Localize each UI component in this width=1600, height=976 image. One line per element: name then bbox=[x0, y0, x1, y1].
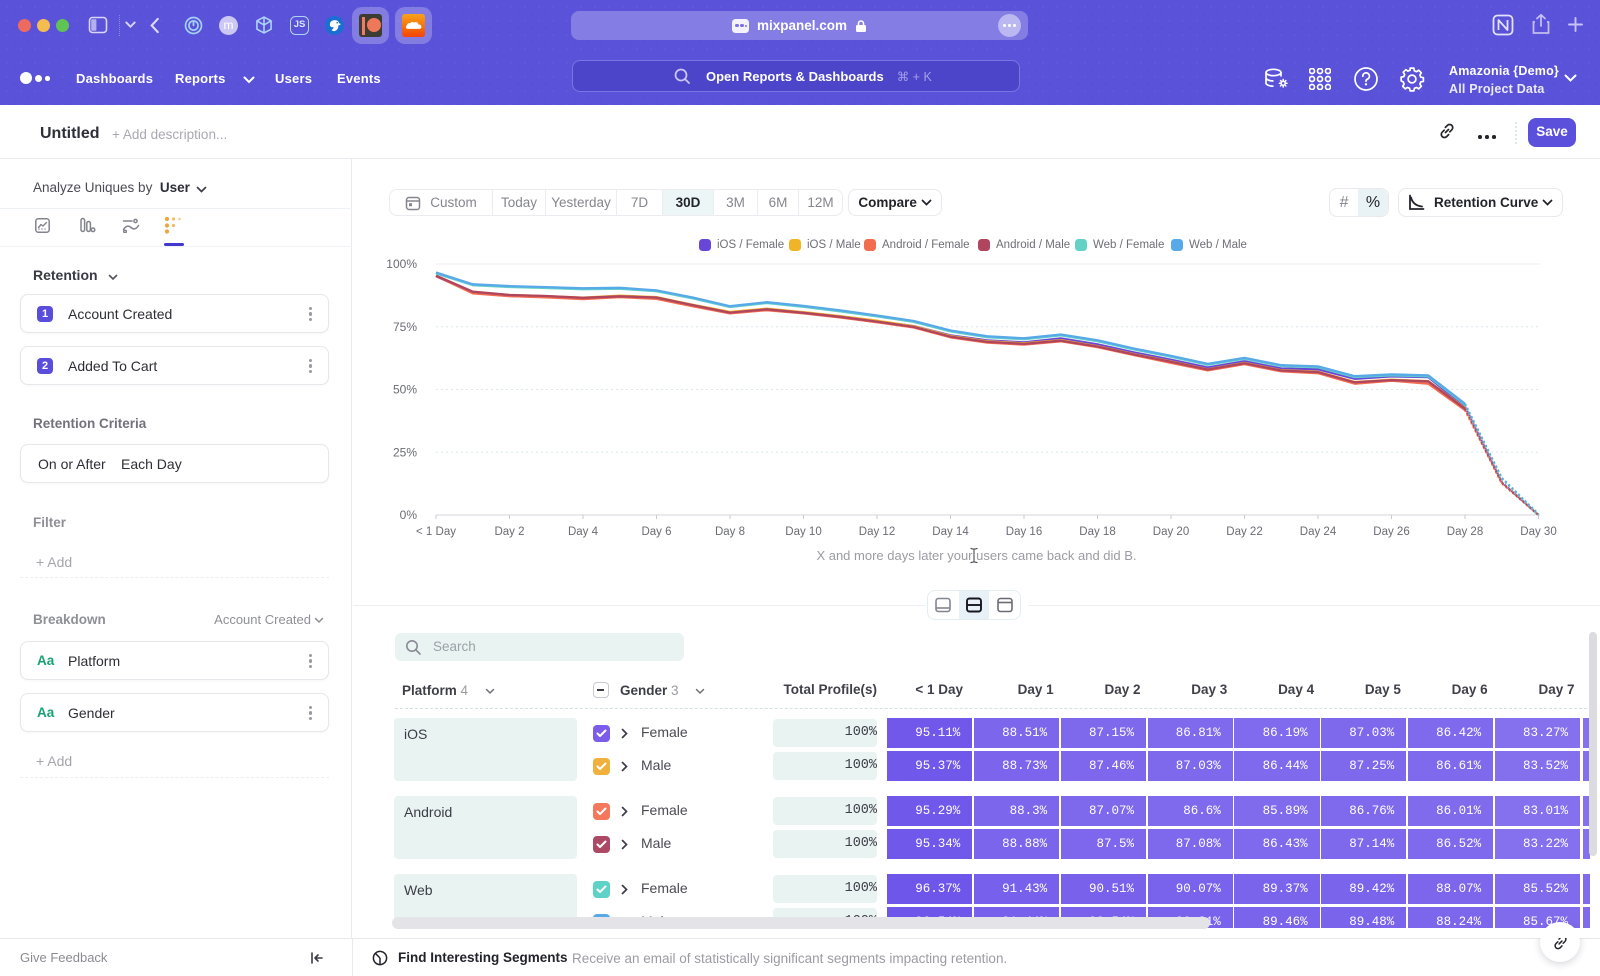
svg-text:< 1 Day: < 1 Day bbox=[416, 526, 456, 538]
svg-text:Day 10: Day 10 bbox=[785, 526, 821, 538]
svg-text:Day 18: Day 18 bbox=[1079, 526, 1115, 538]
svg-text:Day 26: Day 26 bbox=[1373, 526, 1409, 538]
svg-text:Day 16: Day 16 bbox=[1006, 526, 1042, 538]
svg-text:Day 12: Day 12 bbox=[859, 526, 895, 538]
svg-text:Day 28: Day 28 bbox=[1447, 526, 1483, 538]
svg-text:Day 8: Day 8 bbox=[715, 526, 745, 538]
svg-text:Day 24: Day 24 bbox=[1300, 526, 1337, 538]
svg-text:25%: 25% bbox=[393, 445, 417, 459]
svg-text:Day 30: Day 30 bbox=[1520, 526, 1556, 538]
svg-text:Day 4: Day 4 bbox=[568, 526, 599, 538]
svg-text:50%: 50% bbox=[393, 383, 417, 397]
svg-text:0%: 0% bbox=[400, 508, 418, 522]
svg-text:Day 20: Day 20 bbox=[1153, 526, 1189, 538]
svg-text:Day 14: Day 14 bbox=[932, 526, 969, 538]
svg-text:Day 2: Day 2 bbox=[494, 526, 524, 538]
svg-text:Day 6: Day 6 bbox=[641, 526, 671, 538]
svg-text:Day 22: Day 22 bbox=[1226, 526, 1262, 538]
svg-text:100%: 100% bbox=[386, 257, 417, 271]
svg-text:75%: 75% bbox=[393, 320, 417, 334]
